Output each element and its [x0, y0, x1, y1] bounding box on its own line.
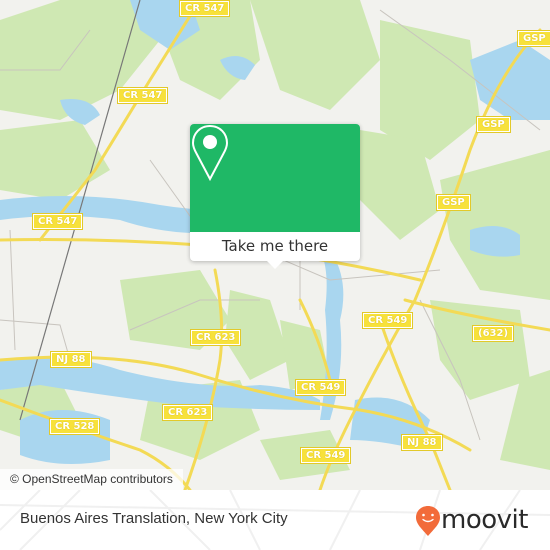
- road-shield-cr547: CR 547: [31, 213, 84, 230]
- road-shield-nj88: NJ 88: [50, 351, 92, 368]
- road-shield-cr549: CR 549: [299, 447, 352, 464]
- road-shield-632: (632): [471, 325, 515, 342]
- map-attribution[interactable]: © OpenStreetMap contributors: [0, 469, 183, 490]
- popup-tail: [267, 261, 283, 269]
- road-shield-gsp: GSP: [517, 30, 550, 47]
- road-shield-cr549: CR 549: [294, 379, 347, 396]
- map-view[interactable]: CR 547 CR 547 CR 547 GSP GSP GSP CR 623 …: [0, 0, 550, 490]
- road-shield-cr547: CR 547: [116, 87, 169, 104]
- road-shield-cr547: CR 547: [178, 0, 231, 17]
- footer-bar: Buenos Aires Translation, New York City …: [0, 490, 550, 550]
- moovit-pin-icon: [416, 506, 440, 536]
- take-me-there-popup[interactable]: Take me there: [190, 124, 360, 269]
- road-shield-cr549: CR 549: [361, 312, 414, 329]
- road-shield-cr623: CR 623: [161, 404, 214, 421]
- road-shield-gsp: GSP: [436, 194, 471, 211]
- place-name: Buenos Aires Translation, New York City: [20, 510, 288, 527]
- road-shield-gsp: GSP: [476, 116, 511, 133]
- moovit-wordmark: moovit: [441, 505, 528, 535]
- map-pin-icon: [191, 124, 229, 182]
- road-shield-cr528: CR 528: [48, 418, 101, 435]
- popup-header[interactable]: [190, 124, 360, 232]
- road-shield-nj88: NJ 88: [401, 434, 443, 451]
- take-me-there-button[interactable]: Take me there: [190, 232, 360, 261]
- moovit-logo[interactable]: moovit: [415, 505, 540, 539]
- road-shield-cr623: CR 623: [189, 329, 242, 346]
